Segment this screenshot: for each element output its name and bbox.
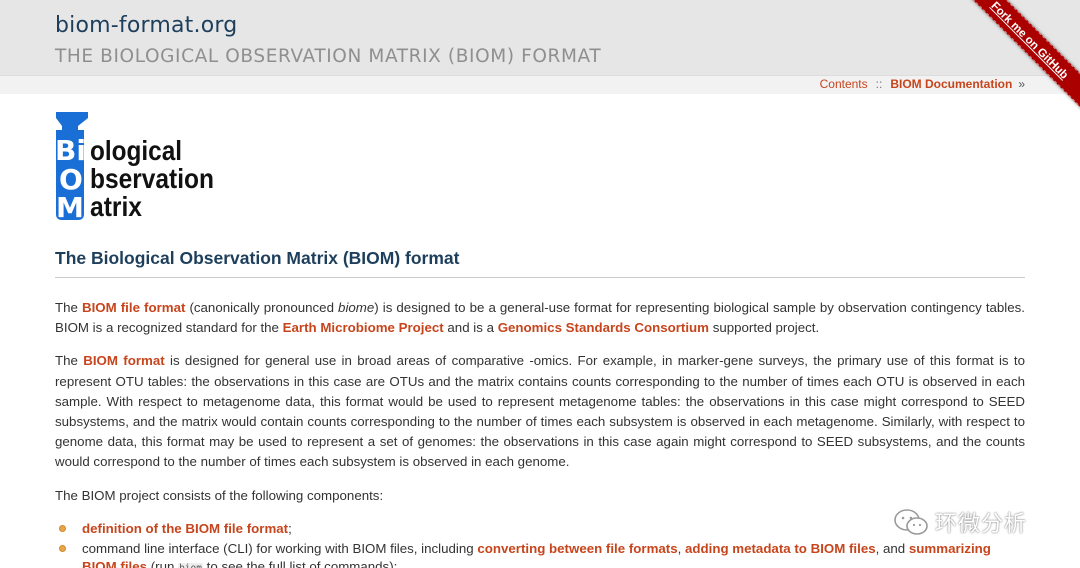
logo-word-atrix: atrix — [90, 191, 142, 222]
main-content: The Biological Observation Matrix (BIOM)… — [55, 248, 1025, 568]
earth-microbiome-project-link[interactable]: Earth Microbiome Project — [283, 320, 444, 335]
adding-metadata-link[interactable]: adding metadata to BIOM files — [685, 541, 876, 556]
text: (canonically pronounced — [185, 300, 339, 315]
list-item: definition of the BIOM file format; — [55, 520, 1025, 538]
text: supported project. — [709, 320, 820, 336]
intro-paragraph: The BIOM file format (canonically pronou… — [55, 298, 1025, 338]
pronunciation-emphasis: biome — [338, 300, 375, 315]
site-title[interactable]: biom-format.org — [55, 13, 237, 38]
components-intro: The BIOM project consists of the followi… — [55, 487, 384, 503]
site-header: biom-format.org THE BIOLOGICAL OBSERVATI… — [0, 0, 1080, 75]
bullet-icon — [59, 524, 66, 532]
watermark: 环微分析 — [893, 505, 1053, 539]
biom-logo: Bi O M ological bservation atrix — [54, 110, 229, 222]
breadcrumb-separator: :: — [875, 77, 883, 91]
biom-command-code: biom — [178, 562, 203, 568]
text: to see the full list of commands); — [202, 558, 398, 568]
genomics-standards-consortium-link[interactable]: Genomics Standards Consortium — [498, 320, 709, 335]
github-ribbon-container: Fork me on GitHub — [950, 0, 1080, 130]
components-list: definition of the BIOM file format; comm… — [55, 520, 1025, 568]
text: The — [55, 353, 84, 369]
text: and is a — [443, 320, 498, 336]
biom-file-format-link[interactable]: BIOM file format — [82, 300, 185, 315]
contents-link[interactable]: Contents — [820, 77, 868, 91]
text: , — [677, 540, 685, 556]
biom-format-link[interactable]: BIOM format — [83, 353, 164, 368]
logo-letter-m: M — [56, 191, 84, 222]
wechat-icon — [894, 509, 928, 535]
converting-formats-link[interactable]: converting between file formats — [477, 541, 677, 556]
biom-logo-graphic: Bi O M ological bservation atrix — [55, 112, 214, 222]
list-item: command line interface (CLI) for working… — [55, 540, 1025, 568]
text: , and — [875, 540, 909, 556]
text: (run — [147, 558, 179, 568]
related-nav-bar: Contents:: BIOM Documentation» — [0, 75, 1080, 94]
page-title: The Biological Observation Matrix (BIOM)… — [55, 248, 1025, 278]
logo-word-ological: ological — [90, 135, 182, 166]
definition-link[interactable]: definition of the BIOM file format — [82, 521, 288, 536]
text: ; — [288, 520, 292, 536]
usage-paragraph: The BIOM format is designed for general … — [55, 351, 1025, 472]
fork-me-on-github-ribbon[interactable]: Fork me on GitHub — [950, 0, 1080, 120]
text: The — [55, 300, 82, 315]
watermark-text: 环微分析 — [935, 512, 1028, 537]
text: is designed for general use in broad are… — [55, 353, 1025, 470]
text: command line interface (CLI) for working… — [82, 540, 478, 556]
logo-word-bservation: bservation — [90, 163, 214, 194]
site-subtitle: THE BIOLOGICAL OBSERVATION MATRIX (BIOM)… — [55, 46, 602, 67]
bullet-icon — [59, 544, 66, 552]
